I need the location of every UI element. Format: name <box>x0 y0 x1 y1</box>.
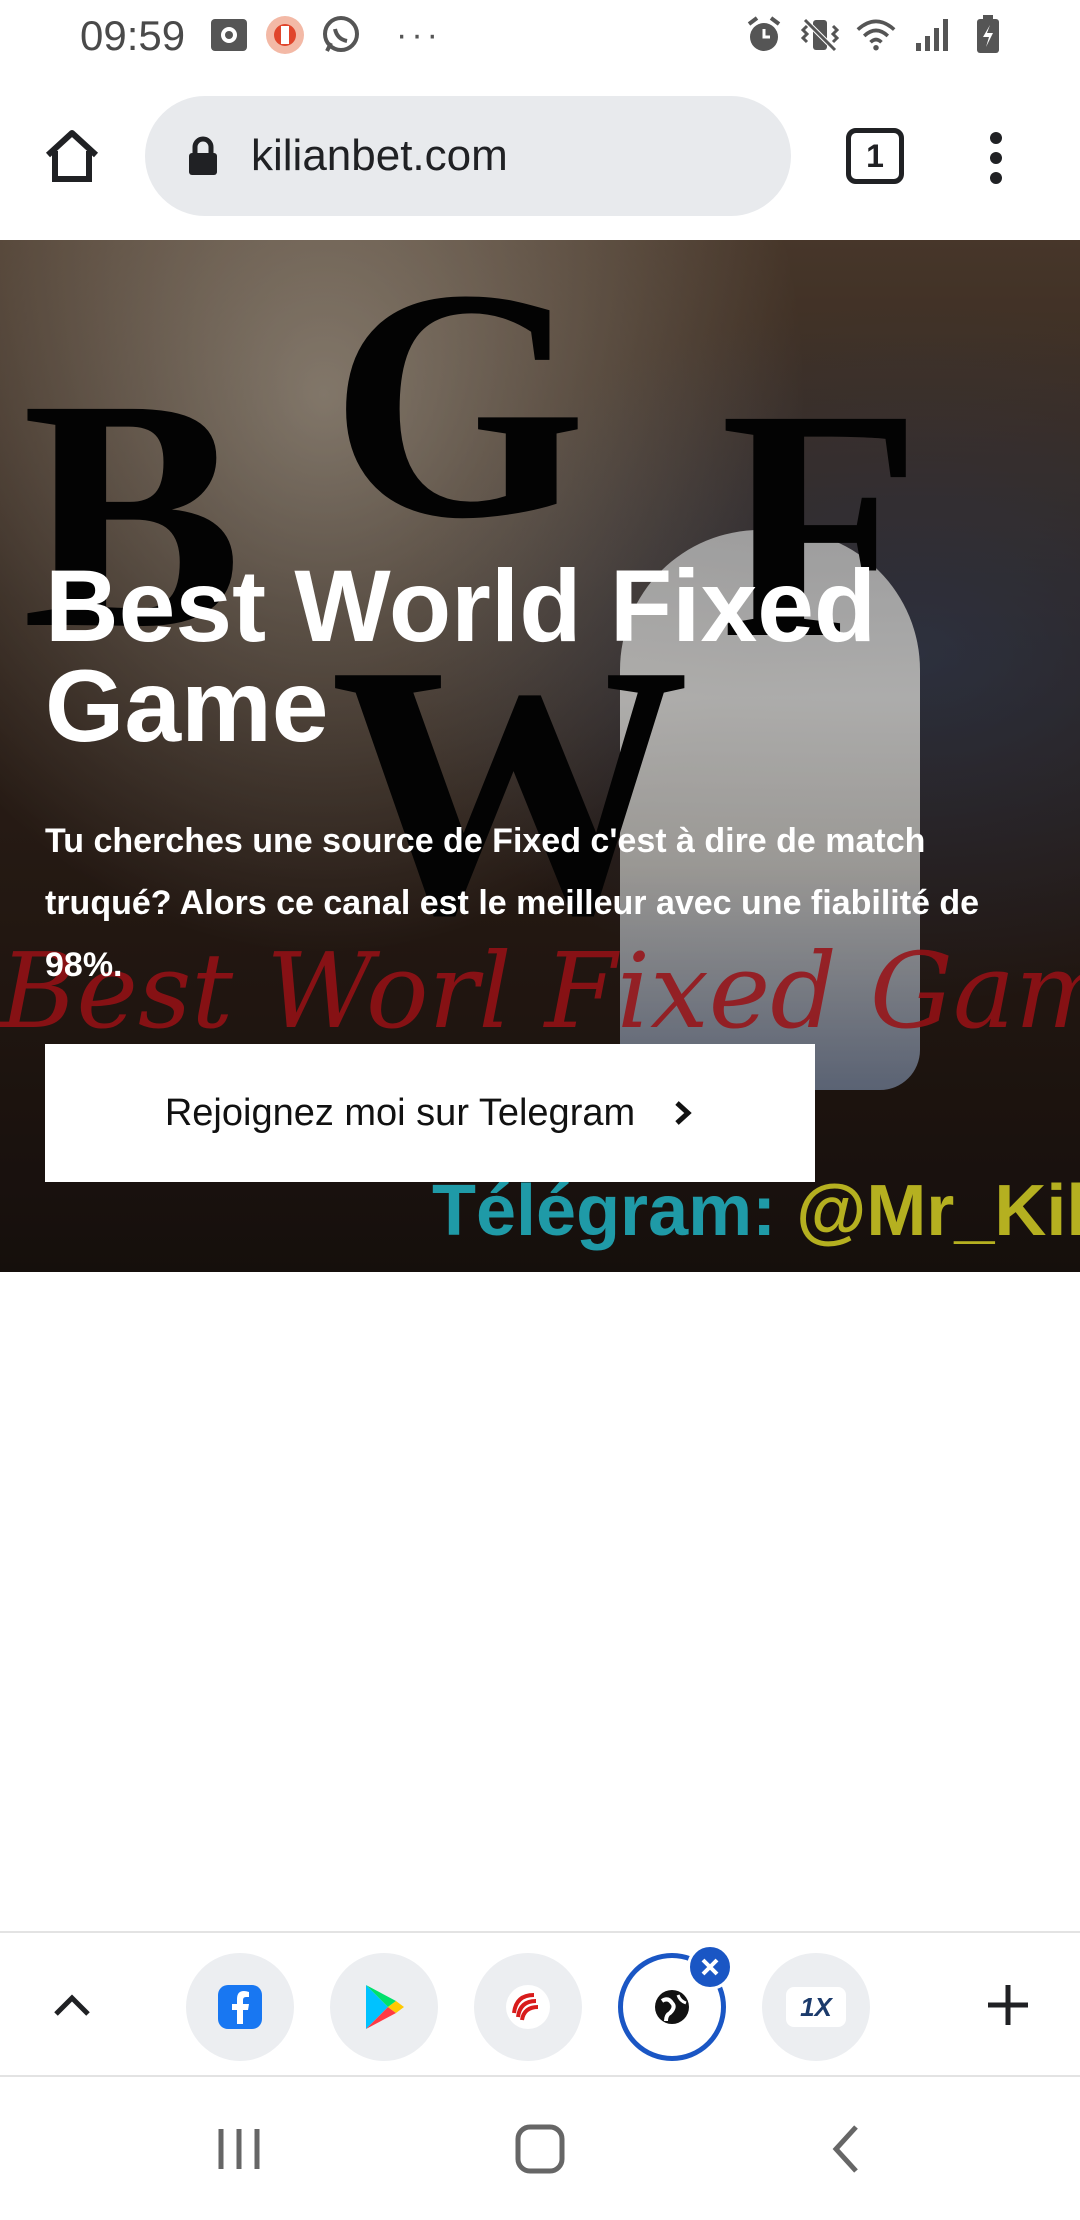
wifi-icon <box>856 14 896 56</box>
lock-icon[interactable] <box>185 134 221 178</box>
plus-icon <box>988 1985 1028 2025</box>
url-text: kilianbet.com <box>251 131 508 180</box>
play-store-icon <box>366 1985 404 2029</box>
join-telegram-button[interactable]: Rejoignez moi sur Telegram <box>45 1044 815 1182</box>
address-bar[interactable]: kilianbet.com <box>145 96 791 216</box>
gallery-icon <box>208 14 250 56</box>
hero-section: B G F W Best Worl Fixed Game Télégram: @… <box>0 240 1080 1272</box>
whatsapp-icon <box>320 14 362 56</box>
browser-app[interactable] <box>618 1944 733 2061</box>
status-bar: 09:59 ··· <box>0 0 1080 72</box>
chevron-right-icon <box>671 1101 695 1125</box>
swirl-app[interactable] <box>474 1953 582 2061</box>
swirl-icon <box>506 1985 550 2029</box>
home-square-icon <box>515 2124 565 2174</box>
expand-up-button[interactable] <box>42 1975 102 2035</box>
join-telegram-label: Rejoignez moi sur Telegram <box>164 1091 636 1134</box>
more-notifications-indicator: ··· <box>396 15 442 54</box>
home-button[interactable] <box>38 122 106 190</box>
home-nav-button[interactable] <box>505 2117 575 2181</box>
alarm-icon <box>744 14 784 56</box>
navigation-bar <box>0 2077 1080 2220</box>
tab-switcher-button[interactable]: 1 <box>846 128 904 184</box>
system-icons <box>744 14 1008 56</box>
hero-title: Best World Fixed Game <box>45 549 877 763</box>
more-menu-button[interactable] <box>972 120 1020 196</box>
menu-dot-icon <box>990 172 1002 184</box>
back-chevron-icon <box>832 2125 858 2173</box>
bottom-app-bar: 1X <box>0 1931 1080 2077</box>
1x-icon: 1X <box>786 1987 846 2027</box>
globe-icon <box>655 1990 689 2024</box>
back-button[interactable] <box>810 2117 880 2181</box>
app-notification-icon <box>264 14 306 56</box>
facebook-app[interactable] <box>186 1953 294 2061</box>
notification-icons: ··· <box>208 14 442 56</box>
signal-icon <box>912 14 952 56</box>
add-app-button[interactable] <box>978 1975 1038 2035</box>
recent-apps-button[interactable] <box>204 2117 274 2181</box>
recent-apps-icon <box>218 2129 260 2169</box>
menu-dot-icon <box>990 132 1002 144</box>
status-time: 09:59 <box>80 12 186 59</box>
play-store-app[interactable] <box>330 1953 438 2061</box>
vibrate-icon <box>800 14 840 56</box>
close-app-button[interactable] <box>687 1944 733 1990</box>
menu-dot-icon <box>990 152 1002 164</box>
1xbet-app[interactable]: 1X <box>762 1953 870 2061</box>
home-icon <box>45 130 99 182</box>
battery-charging-icon <box>968 14 1008 56</box>
facebook-icon <box>218 1985 262 2029</box>
close-icon <box>701 1958 719 1976</box>
svg-text:1X: 1X <box>800 1992 833 2022</box>
hero-description: Tu cherches une source de Fixed c'est à … <box>45 822 980 984</box>
browser-toolbar: kilianbet.com 1 <box>0 72 1080 240</box>
chevron-up-icon <box>54 1994 90 2016</box>
